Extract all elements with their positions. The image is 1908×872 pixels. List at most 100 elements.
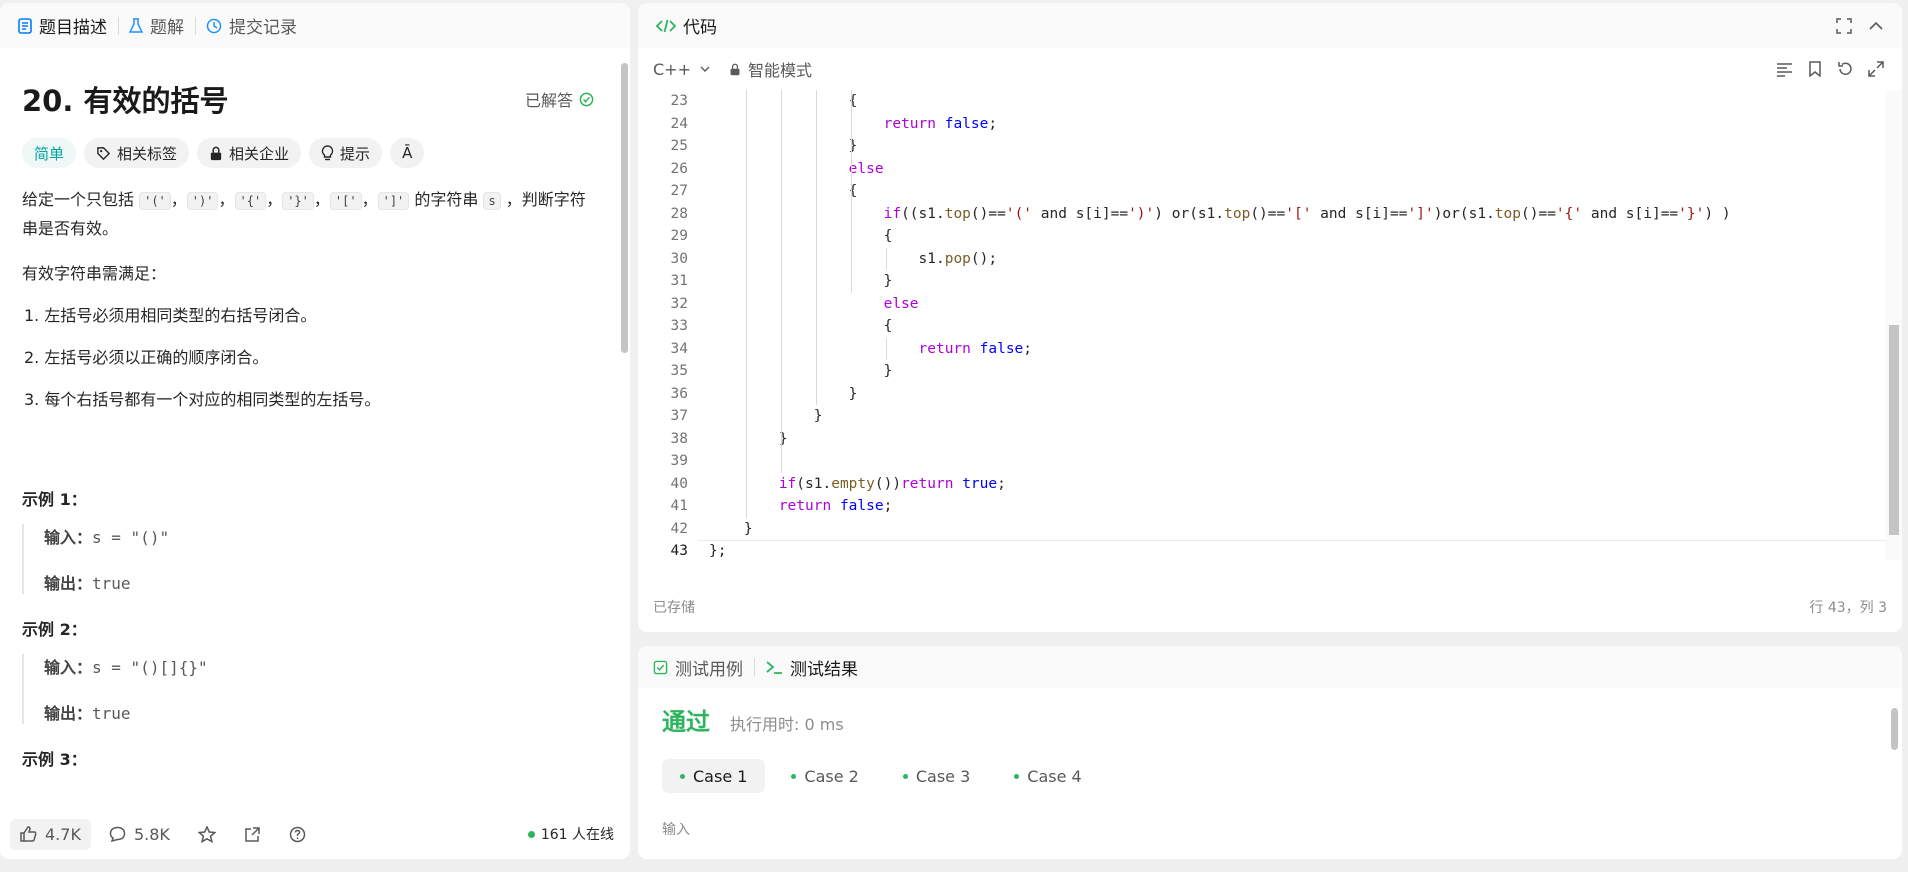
- code-editor-panel: 代码 C++ 智能模式 23{24 return false; 25} 26 else 2…: [638, 3, 1902, 632]
- translate-tag[interactable]: Ā: [390, 138, 425, 168]
- problem-description: 给定一个只包括 '('， ')'， '{'， '}'， '['， ']' 的字符串 s ，…: [22, 186, 594, 242]
- code-text: }: [744, 518, 753, 541]
- code-text: return false;: [919, 338, 1033, 361]
- requirement-intro: 有效字符串需满足：: [22, 264, 167, 283]
- code-text: }: [884, 360, 893, 383]
- code-token: ) or(s1.: [1154, 205, 1225, 222]
- code-token: ;: [883, 498, 893, 514]
- example-title: 示例 3：: [22, 750, 87, 769]
- code-line: 34 return false;: [638, 338, 1902, 361]
- code-token: ()==: [970, 205, 1006, 222]
- difficulty-tag[interactable]: 简单: [22, 138, 77, 168]
- editor-scrollbar-track[interactable]: [1886, 90, 1902, 560]
- pass-dot: [680, 773, 685, 779]
- example-input: 输入：s = "()": [44, 524, 594, 548]
- line-number: 23: [670, 93, 688, 109]
- history-icon: [206, 18, 222, 33]
- code-text: return false;: [884, 113, 998, 136]
- line-number: 39: [670, 453, 688, 469]
- tab-description[interactable]: 题目描述: [18, 3, 118, 48]
- indent-guide: [885, 247, 887, 270]
- example-output: 输出：true: [44, 700, 594, 724]
- problem-panel: 题目描述 题解 提交记录 20. 有效的括号 已解答 简单 相关标签 相关企业 …: [0, 3, 630, 859]
- editor-toolbar: C++ 智能模式: [638, 48, 1902, 90]
- code-token: ();: [970, 250, 998, 267]
- mode-select[interactable]: 智能模式: [729, 57, 812, 81]
- like-count: 4.7K: [45, 824, 81, 844]
- example-output: 输出：true: [44, 570, 594, 594]
- expand-icon[interactable]: [1868, 61, 1884, 77]
- hint-label: 提示: [340, 144, 371, 163]
- code-token: if: [883, 205, 902, 222]
- line-number: 38: [670, 430, 688, 447]
- code-text: {: [884, 225, 893, 248]
- case-tabs: Case 1 Case 2 Case 3 Case 4: [662, 759, 1878, 793]
- tab-testcases[interactable]: 测试用例: [653, 646, 754, 688]
- code-token: '(': [1005, 205, 1033, 222]
- indent-guide: [815, 90, 817, 405]
- code-line: 40 if(s1.empty())return true;: [638, 473, 1902, 496]
- tab-solutions[interactable]: 题解: [129, 3, 195, 48]
- bracket-code: ']': [377, 192, 410, 210]
- problem-title: 20. 有效的括号: [22, 84, 229, 118]
- bracket-code: '{': [234, 192, 267, 210]
- help-button[interactable]: [279, 820, 316, 849]
- favorite-button[interactable]: [188, 820, 226, 849]
- problem-tags: 简单 相关标签 相关企业 提示 Ā: [22, 138, 594, 168]
- code-token: ;: [997, 475, 1006, 492]
- pass-dot: [791, 773, 797, 779]
- tab-submissions[interactable]: 提交记录: [206, 3, 308, 48]
- share-icon: [245, 826, 260, 842]
- line-number: 31: [670, 273, 688, 289]
- rule-item: 1. 左括号必须用相同类型的右括号闭合。: [24, 306, 317, 325]
- checkbox-icon: [653, 660, 668, 674]
- format-icon[interactable]: [1776, 61, 1793, 77]
- editor-scrollbar-thumb[interactable]: [1889, 325, 1899, 535]
- reset-icon[interactable]: [1837, 61, 1853, 77]
- line-number: 40: [670, 475, 688, 492]
- mode-label: 智能模式: [747, 61, 812, 80]
- output-value: true: [92, 574, 131, 593]
- case-tab[interactable]: Case 4: [996, 759, 1099, 793]
- code-token: ()==: [1250, 205, 1286, 222]
- example-title: 示例 2：: [22, 620, 87, 639]
- comment-button[interactable]: 5.8K: [99, 819, 180, 850]
- code-text: }: [884, 270, 893, 293]
- share-button[interactable]: [234, 820, 271, 849]
- editor-tabbar: 代码: [638, 3, 1902, 48]
- tab-solutions-label: 题解: [150, 18, 184, 38]
- tab-description-label: 题目描述: [39, 18, 107, 38]
- code-area[interactable]: 23{24 return false; 25} 26 else 27{28 if((s1.t…: [638, 90, 1902, 560]
- code-text: return false;: [779, 495, 893, 518]
- var-code: s: [483, 192, 501, 210]
- like-button[interactable]: 4.7K: [10, 818, 91, 850]
- rules-list: 1. 左括号必须用相同类型的右括号闭合。 2. 左括号必须以正确的顺序闭合。 3…: [22, 302, 594, 410]
- solved-badge: 已解答: [525, 87, 594, 111]
- problem-scrollbar[interactable]: [621, 63, 628, 353]
- companies-tag[interactable]: 相关企业: [197, 138, 302, 168]
- case-tab[interactable]: Case 1: [662, 759, 766, 793]
- line-number: 26: [670, 160, 688, 177]
- star-icon: [197, 825, 216, 843]
- case-tab[interactable]: Case 2: [773, 759, 876, 793]
- tab-separator: [754, 658, 755, 676]
- tab-testresult[interactable]: 测试结果: [765, 646, 869, 688]
- tab-code[interactable]: 代码: [656, 3, 728, 48]
- input-label: 输入：: [44, 528, 93, 547]
- case-tab[interactable]: Case 3: [885, 759, 988, 793]
- fullscreen-icon[interactable]: [1836, 17, 1852, 34]
- code-line: 38}: [638, 428, 1902, 451]
- bookmark-icon[interactable]: [1808, 61, 1822, 77]
- tag-icon: [97, 146, 111, 160]
- result-scrollbar[interactable]: [1891, 708, 1898, 750]
- code-token: else: [848, 160, 884, 177]
- line-number: 32: [670, 295, 688, 312]
- code-token: top: [1494, 205, 1521, 222]
- chevron-up-icon[interactable]: [1868, 18, 1884, 34]
- topics-tag[interactable]: 相关标签: [84, 138, 190, 168]
- code-line: 29 {: [638, 225, 1902, 248]
- desc-text: 给定一个只包括: [22, 190, 140, 209]
- pass-dot: [1014, 773, 1020, 779]
- hint-tag[interactable]: 提示: [309, 138, 383, 168]
- language-select[interactable]: C++: [653, 60, 711, 79]
